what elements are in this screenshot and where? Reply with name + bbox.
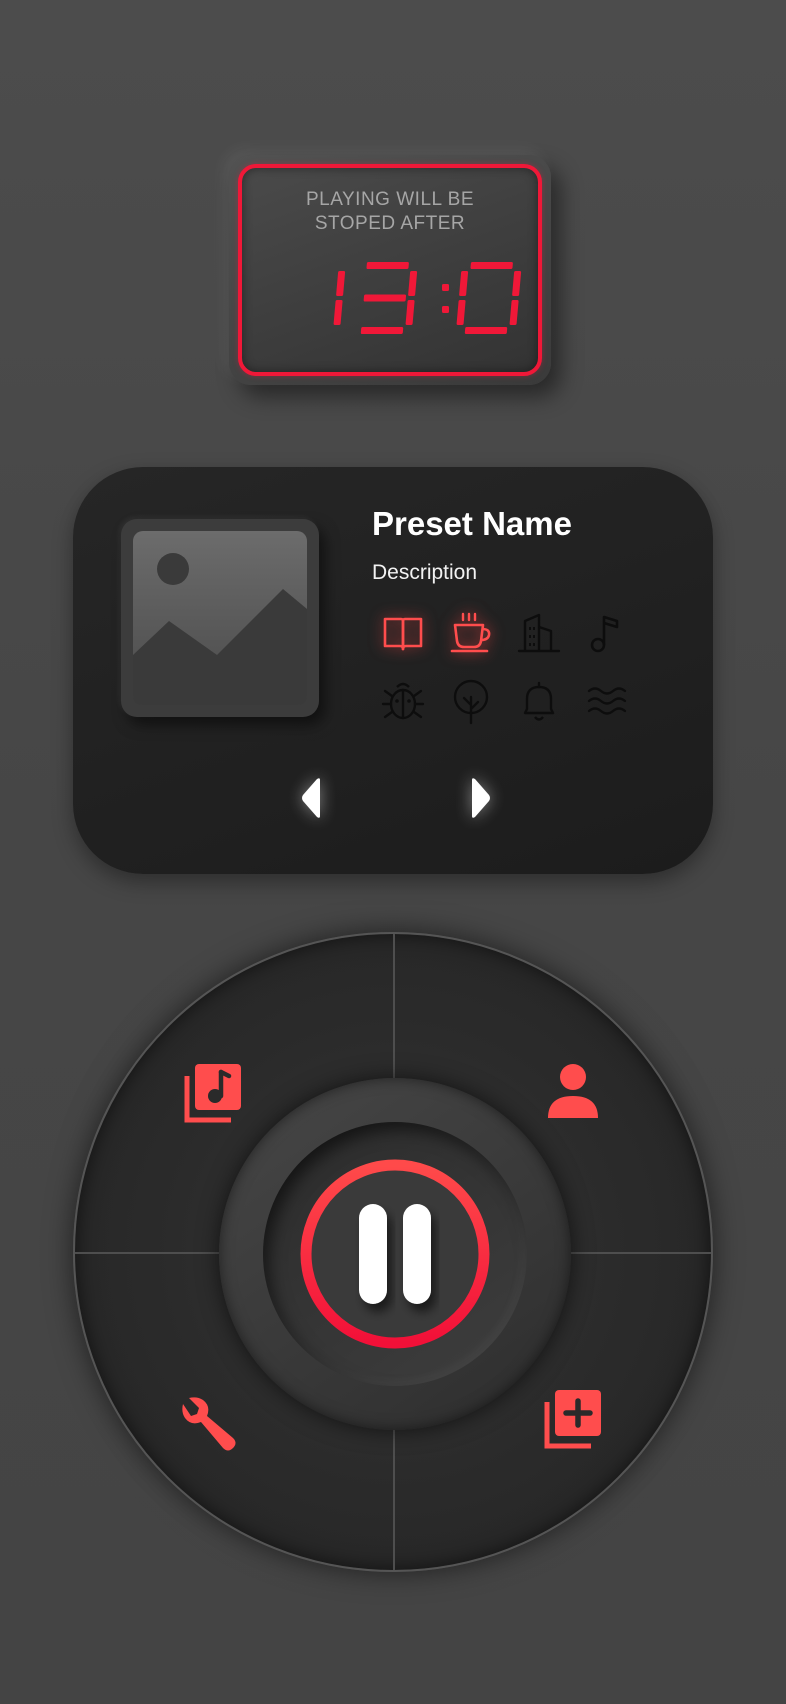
digit-segment-c: [509, 300, 519, 325]
preset-card: Preset Name Description: [73, 467, 713, 874]
timer-screen: PLAYING WILL BE STOPED AFTER: [238, 164, 542, 376]
tag-coffee[interactable]: [447, 609, 495, 657]
preset-name: Preset Name: [372, 505, 572, 542]
tag-bug[interactable]: [379, 677, 427, 725]
digit-segment-e: [456, 300, 466, 325]
coffee-icon: [450, 612, 491, 653]
center-ring: [219, 1078, 571, 1430]
timer-digit: [333, 271, 346, 325]
play-pause-button[interactable]: [297, 1156, 493, 1352]
timer-caption: PLAYING WILL BE STOPED AFTER: [242, 188, 538, 236]
timer-caption-line1: PLAYING WILL BE: [306, 189, 474, 210]
pause-icon: [300, 1159, 490, 1349]
digit-segment-c: [333, 300, 343, 325]
timer-digit: [456, 262, 522, 334]
music-library-icon: [184, 1064, 241, 1123]
digit-segment-colon-top: [442, 284, 449, 291]
sleep-timer-display: PLAYING WILL BE STOPED AFTER: [229, 155, 551, 385]
digit-segment-b: [408, 271, 418, 296]
previous-preset-button[interactable]: [293, 773, 333, 823]
profile-button[interactable]: [541, 1060, 605, 1124]
add-to-library-icon: [544, 1390, 601, 1449]
tag-bell[interactable]: [515, 677, 563, 725]
add-to-library-button[interactable]: [541, 1386, 605, 1450]
tree-icon: [453, 679, 489, 725]
tag-book[interactable]: [379, 609, 427, 657]
timer-digit: [360, 262, 418, 334]
bell-icon: [523, 681, 555, 721]
music-note-icon: [590, 615, 619, 653]
digit-segment-b: [336, 271, 346, 296]
preset-image: [121, 519, 319, 717]
digit-segment-a: [470, 262, 513, 269]
user-icon: [548, 1064, 598, 1118]
digit-segment-d: [464, 327, 508, 334]
digit-segment-d: [360, 327, 404, 334]
chevron-left-icon: [302, 778, 320, 818]
tag-music[interactable]: [583, 609, 631, 657]
digit-segment-colon-bottom: [442, 306, 449, 313]
wrench-icon: [182, 1397, 236, 1451]
bug-icon: [381, 682, 425, 720]
book-icon: [383, 617, 423, 651]
chevron-right-icon: [472, 778, 490, 818]
timer-digits: [333, 262, 522, 334]
settings-button[interactable]: [177, 1392, 241, 1456]
digit-segment-g: [363, 294, 407, 302]
waves-icon: [587, 687, 627, 715]
timer-caption-line2: STOPED AFTER: [314, 213, 466, 234]
next-preset-button[interactable]: [459, 773, 499, 823]
timer-colon: [442, 284, 449, 313]
digit-segment-a: [366, 262, 409, 269]
digit-segment-f: [459, 271, 469, 296]
control-dial: [73, 932, 713, 1572]
tag-tree[interactable]: [447, 677, 495, 725]
center-ring-inner: [263, 1122, 527, 1386]
digit-segment-b: [512, 271, 522, 296]
digit-segment-c: [405, 300, 415, 325]
tag-building[interactable]: [515, 609, 563, 657]
music-library-button[interactable]: [181, 1060, 245, 1124]
image-placeholder-icon: [133, 531, 307, 705]
building-icon: [517, 613, 561, 653]
tag-waves[interactable]: [583, 677, 631, 725]
preset-description: Description: [372, 561, 478, 584]
